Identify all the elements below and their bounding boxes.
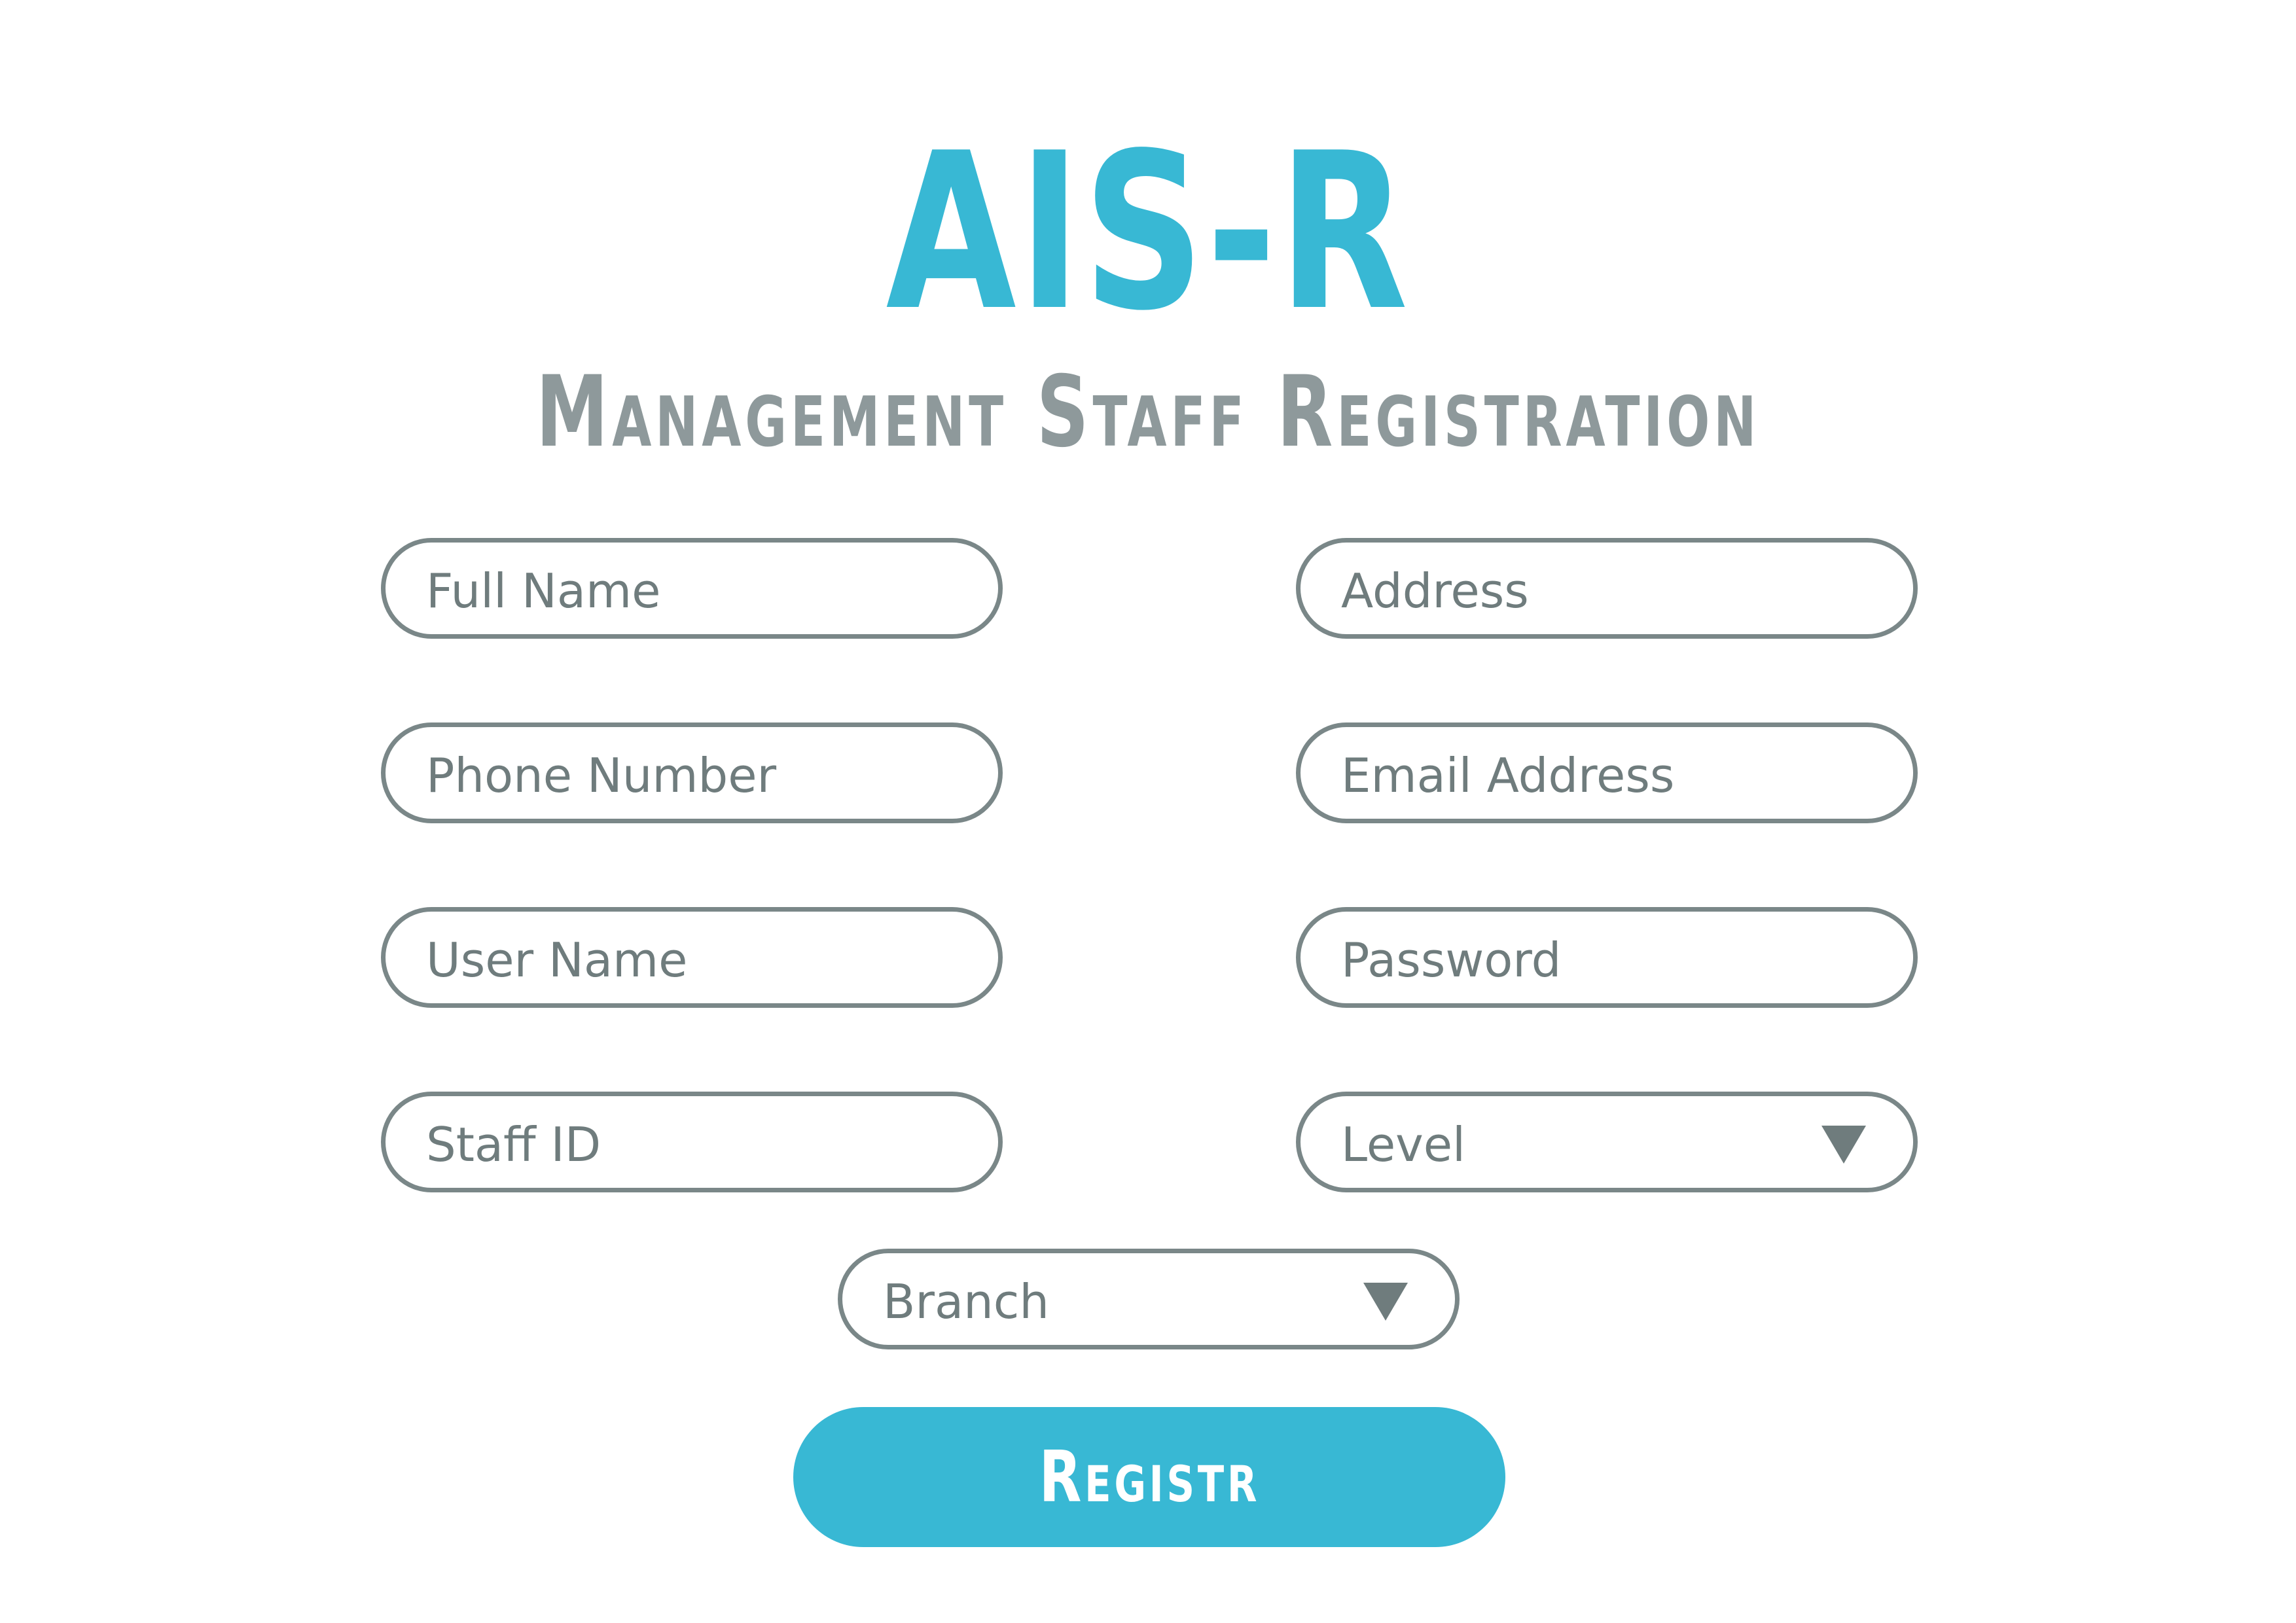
- email-address-field[interactable]: [1296, 722, 1918, 823]
- level-select[interactable]: Level: [1296, 1092, 1918, 1192]
- level-select-value: Level: [1341, 1117, 1466, 1172]
- register-button[interactable]: Registr: [793, 1407, 1505, 1547]
- phone-number-field[interactable]: [381, 722, 1003, 823]
- staff-id-field[interactable]: [381, 1092, 1003, 1192]
- full-name-input[interactable]: [426, 563, 951, 618]
- full-name-field[interactable]: [381, 538, 1003, 639]
- address-field[interactable]: [1296, 538, 1918, 639]
- password-field[interactable]: [1296, 907, 1918, 1008]
- branch-select[interactable]: Branch: [838, 1249, 1460, 1349]
- user-name-input[interactable]: [426, 933, 951, 988]
- app-title: AIS-R: [886, 107, 1410, 358]
- caret-down-icon: [1363, 1283, 1408, 1321]
- email-address-input[interactable]: [1341, 748, 1866, 803]
- branch-select-value: Branch: [883, 1274, 1049, 1329]
- user-name-field[interactable]: [381, 907, 1003, 1008]
- address-input[interactable]: [1341, 563, 1866, 618]
- caret-down-icon: [1821, 1126, 1866, 1164]
- page-subtitle: Management Staff Registration: [535, 355, 1761, 469]
- phone-number-input[interactable]: [426, 748, 951, 803]
- password-input[interactable]: [1341, 933, 1866, 988]
- register-button-label: Registr: [1039, 1436, 1260, 1518]
- staff-id-input[interactable]: [426, 1117, 951, 1172]
